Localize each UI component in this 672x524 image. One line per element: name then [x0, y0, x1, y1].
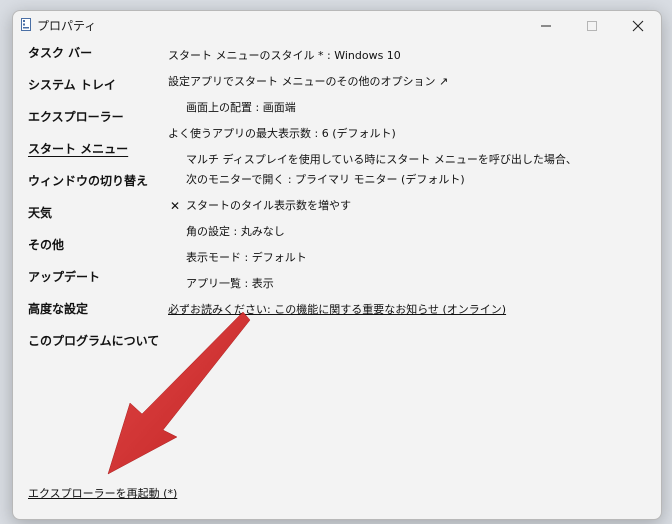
annotation-arrow-icon: [107, 311, 251, 475]
